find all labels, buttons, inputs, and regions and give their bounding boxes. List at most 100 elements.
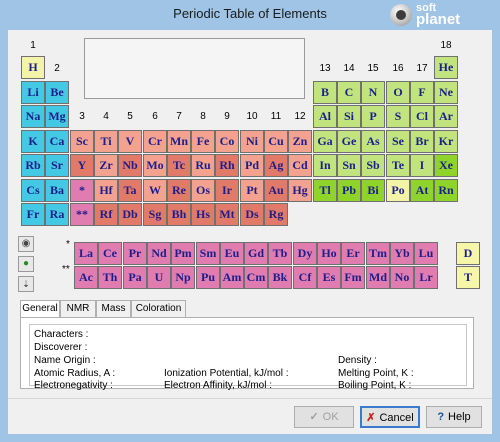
element-Os[interactable]: Os [191,179,215,202]
element-Tc[interactable]: Tc [167,154,191,177]
element-Rb[interactable]: Rb [21,154,45,177]
element-Ga[interactable]: Ga [313,130,337,153]
element-Ni[interactable]: Ni [240,130,264,153]
element-Tl[interactable]: Tl [313,179,337,202]
element-Pt[interactable]: Pt [240,179,264,202]
element-Xe[interactable]: Xe [434,154,458,177]
element-V[interactable]: V [118,130,142,153]
element-Au[interactable]: Au [264,179,288,202]
element-La[interactable]: La [74,242,98,265]
element-Zr[interactable]: Zr [94,154,118,177]
element-Pb[interactable]: Pb [337,179,361,202]
element-Po[interactable]: Po [386,179,410,202]
element-Si[interactable]: Si [337,105,361,128]
element-Al[interactable]: Al [313,105,337,128]
element-Rh[interactable]: Rh [215,154,239,177]
element-Ta[interactable]: Ta [118,179,142,202]
element-Co[interactable]: Co [215,130,239,153]
element-Sc[interactable]: Sc [70,130,94,153]
element-Fe[interactable]: Fe [191,130,215,153]
element-No[interactable]: No [390,266,414,289]
element-O[interactable]: O [386,81,410,104]
element-B[interactable]: B [313,81,337,104]
element-Mn[interactable]: Mn [167,130,191,153]
element-Es[interactable]: Es [317,266,341,289]
element-Ac[interactable]: Ac [74,266,98,289]
help-button[interactable]: ? Help [426,406,482,428]
element-Ir[interactable]: Ir [215,179,239,202]
element-Hg[interactable]: Hg [288,179,312,202]
element-Tb[interactable]: Tb [268,242,292,265]
element-Lr[interactable]: Lr [414,266,438,289]
element-Mg[interactable]: Mg [45,105,69,128]
element-Sm[interactable]: Sm [196,242,220,265]
element-Bi[interactable]: Bi [361,179,385,202]
lanthanide-link[interactable]: * [70,179,94,202]
element-Am[interactable]: Am [220,266,244,289]
color-button[interactable]: ● [18,256,34,272]
tab-coloration[interactable]: Coloration [131,300,186,317]
element-Np[interactable]: Np [171,266,195,289]
element-Sr[interactable]: Sr [45,154,69,177]
element-Br[interactable]: Br [410,130,434,153]
element-Ce[interactable]: Ce [98,242,122,265]
tab-nmr[interactable]: NMR [60,300,96,317]
element-Ag[interactable]: Ag [264,154,288,177]
element-Ru[interactable]: Ru [191,154,215,177]
element-Cu[interactable]: Cu [264,130,288,153]
element-Kr[interactable]: Kr [434,130,458,153]
element-Rf[interactable]: Rf [94,203,118,226]
element-Pd[interactable]: Pd [240,154,264,177]
legend-T[interactable]: T [456,266,480,289]
element-Md[interactable]: Md [366,266,390,289]
element-N[interactable]: N [361,81,385,104]
element-Cr[interactable]: Cr [143,130,167,153]
element-Th[interactable]: Th [98,266,122,289]
element-Hs[interactable]: Hs [191,203,215,226]
element-Yb[interactable]: Yb [390,242,414,265]
element-Lu[interactable]: Lu [414,242,438,265]
element-Se[interactable]: Se [386,130,410,153]
element-Ba[interactable]: Ba [45,179,69,202]
element-Te[interactable]: Te [386,154,410,177]
element-Gd[interactable]: Gd [244,242,268,265]
element-Eu[interactable]: Eu [220,242,244,265]
element-Cm[interactable]: Cm [244,266,268,289]
element-K[interactable]: K [21,130,45,153]
element-Nb[interactable]: Nb [118,154,142,177]
element-Rn[interactable]: Rn [434,179,458,202]
element-Zn[interactable]: Zn [288,130,312,153]
element-Bk[interactable]: Bk [268,266,292,289]
element-Sb[interactable]: Sb [361,154,385,177]
element-F[interactable]: F [410,81,434,104]
element-Be[interactable]: Be [45,81,69,104]
element-Pm[interactable]: Pm [171,242,195,265]
cancel-button[interactable]: ✗ Cancel [360,406,420,428]
element-Fr[interactable]: Fr [21,203,45,226]
camera-button[interactable]: ◉ [18,236,34,252]
element-Fm[interactable]: Fm [341,266,365,289]
element-Sg[interactable]: Sg [143,203,167,226]
element-Ca[interactable]: Ca [45,130,69,153]
element-Mo[interactable]: Mo [143,154,167,177]
actinide-link[interactable]: ** [70,203,94,226]
element-H[interactable]: H [21,56,45,79]
element-Ti[interactable]: Ti [94,130,118,153]
element-S[interactable]: S [386,105,410,128]
element-Pa[interactable]: Pa [123,266,147,289]
element-Hf[interactable]: Hf [94,179,118,202]
element-Er[interactable]: Er [341,242,365,265]
element-Ra[interactable]: Ra [45,203,69,226]
element-Ho[interactable]: Ho [317,242,341,265]
element-Ar[interactable]: Ar [434,105,458,128]
element-In[interactable]: In [313,154,337,177]
legend-D[interactable]: D [456,242,480,265]
element-He[interactable]: He [434,56,458,79]
element-Li[interactable]: Li [21,81,45,104]
expand-button[interactable]: ⇣ [18,276,34,292]
element-Ds[interactable]: Ds [240,203,264,226]
element-Re[interactable]: Re [167,179,191,202]
tab-general[interactable]: General [20,300,60,318]
element-Mt[interactable]: Mt [215,203,239,226]
element-I[interactable]: I [410,154,434,177]
